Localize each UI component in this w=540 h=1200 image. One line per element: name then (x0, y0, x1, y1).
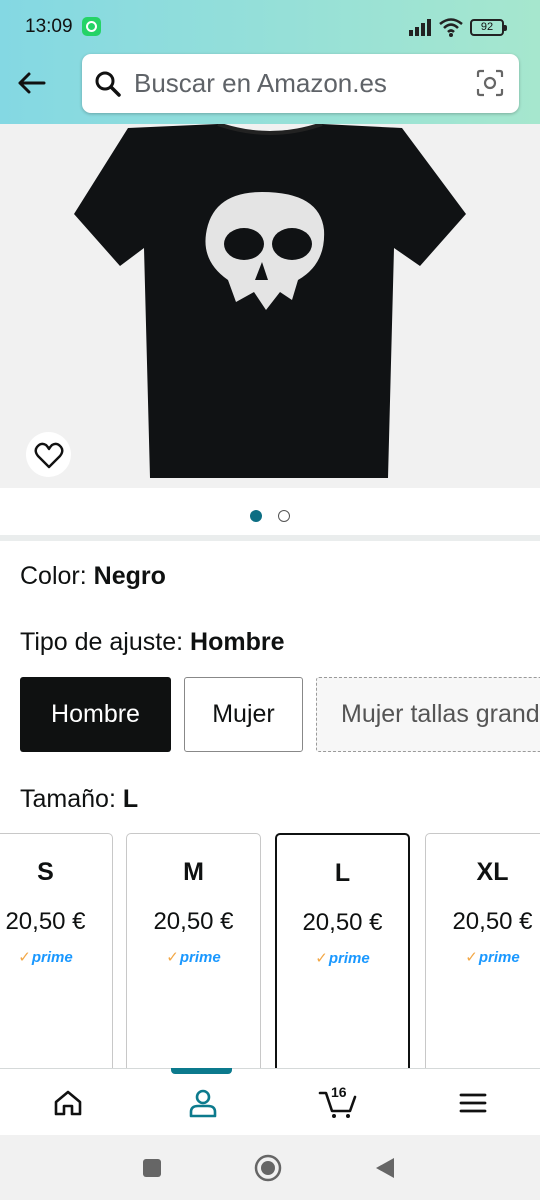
search-input[interactable] (134, 54, 464, 113)
pager-dot[interactable] (278, 510, 290, 522)
favorite-button[interactable] (26, 432, 71, 477)
size-name: XL (476, 858, 509, 886)
bottom-navigation: 16 (0, 1068, 540, 1135)
section-divider (0, 535, 540, 541)
size-label: Tamaño: L (20, 785, 138, 814)
tshirt-skull-image (74, 124, 466, 478)
prime-check-icon: ✓ (465, 949, 478, 966)
fit-option-hombre[interactable]: Hombre (20, 677, 171, 752)
size-price: 20,50 € (302, 909, 383, 936)
size-name: L (334, 859, 351, 887)
prime-text: prime (31, 949, 73, 966)
prime-check-icon: ✓ (315, 950, 328, 967)
size-name: M (183, 858, 204, 886)
home-system-button[interactable] (253, 1153, 283, 1183)
nav-account[interactable] (135, 1069, 270, 1136)
image-pager[interactable] (0, 508, 540, 524)
heart-icon (34, 442, 63, 468)
prime-check-icon: ✓ (166, 949, 179, 966)
circle-icon (254, 1154, 282, 1182)
prime-badge: ✓prime (277, 949, 408, 967)
size-option-m[interactable]: M 20,50 € ✓prime (126, 833, 261, 1083)
size-name: S (37, 858, 54, 886)
color-label-text: Color: (20, 562, 94, 590)
triangle-back-icon (376, 1158, 394, 1178)
signal-icon (409, 19, 431, 36)
whatsapp-notification-icon (82, 17, 101, 36)
size-option-s[interactable]: S 20,50 € ✓prime (0, 833, 113, 1083)
battery-icon: 92 (470, 19, 507, 36)
nav-cart[interactable] (270, 1069, 405, 1136)
back-system-button[interactable] (370, 1153, 400, 1183)
size-option-l[interactable]: L 20,50 € ✓prime (275, 833, 410, 1083)
color-value: Negro (93, 562, 166, 590)
nav-menu[interactable] (405, 1069, 540, 1136)
recents-button[interactable] (137, 1153, 167, 1183)
cart-count-badge: 16 (331, 1084, 347, 1100)
fit-option-mujer-tallas-grandes[interactable]: Mujer tallas grandes (316, 677, 540, 752)
prime-badge: ✓prime (127, 948, 260, 966)
search-bar[interactable] (82, 54, 519, 113)
wifi-icon (439, 18, 463, 37)
fit-label-text: Tipo de ajuste: (20, 628, 191, 656)
size-value: L (122, 785, 139, 813)
square-icon (143, 1159, 161, 1177)
size-price: 20,50 € (153, 908, 234, 935)
prime-check-icon: ✓ (18, 949, 31, 966)
size-price: 20,50 € (5, 908, 86, 935)
fit-option-mujer[interactable]: Mujer (184, 677, 303, 752)
system-navigation-bar (0, 1135, 540, 1200)
status-bar: 13:09 92 (0, 0, 540, 52)
prime-badge: ✓prime (0, 948, 112, 966)
product-image-gallery[interactable] (0, 124, 540, 488)
prime-text: prime (478, 949, 520, 966)
camera-search-icon[interactable] (475, 68, 505, 98)
prime-text: prime (179, 949, 221, 966)
back-button[interactable] (12, 64, 50, 102)
user-icon (189, 1089, 216, 1117)
search-icon (95, 71, 121, 97)
arrow-left-icon (18, 72, 46, 94)
pager-dot-active[interactable] (250, 510, 262, 522)
prime-text: prime (328, 950, 370, 967)
home-icon (54, 1090, 81, 1115)
size-label-text: Tamaño: (20, 785, 123, 813)
color-label: Color: Negro (20, 562, 166, 591)
hamburger-menu-icon (459, 1093, 486, 1112)
nav-home[interactable] (0, 1069, 135, 1136)
size-option-xl[interactable]: XL 20,50 € ✓prime (425, 833, 540, 1083)
fit-type-label: Tipo de ajuste: Hombre (20, 628, 284, 657)
fit-value: Hombre (190, 628, 285, 656)
status-time: 13:09 (25, 16, 73, 37)
size-price: 20,50 € (452, 908, 533, 935)
app-header: 13:09 92 (0, 0, 540, 124)
prime-badge: ✓prime (426, 948, 540, 966)
